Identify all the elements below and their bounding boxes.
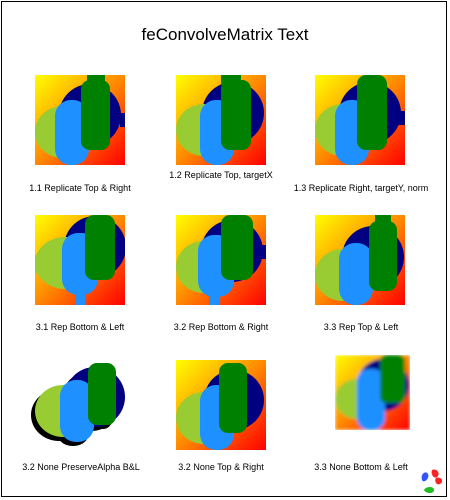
tile-3-2-none-top-right: [176, 360, 266, 450]
tile-3-3-rep-top-left: [315, 215, 405, 305]
caption-3-3-none-bl: 3.3 None Bottom & Left: [314, 462, 408, 472]
caption-3-1: 3.1 Rep Bottom & Left: [35, 322, 125, 332]
caption-3-2: 3.2 Rep Bottom & Right: [173, 322, 269, 332]
page-title: feConvolveMatrix Text: [141, 25, 309, 44]
tile-3-3-none-bottom-left: [335, 355, 410, 430]
caption-1-2: 1.2 Replicate Top, targetX: [169, 170, 273, 180]
caption-3-2-none-bl: 3.2 None PreserveAlpha B&L: [22, 462, 140, 472]
tile-3-2-none-preservealpha-bl: [31, 363, 125, 446]
caption-3-2-none-tr: 3.2 None Top & Right: [178, 462, 264, 472]
tile-1-1-replicate-top-right: [35, 75, 125, 165]
caption-3-3: 3.3 Rep Top & Left: [323, 322, 399, 332]
tile-1-3-replicate-right-targety-norm: [315, 75, 405, 165]
svg-logo-icon: [421, 469, 443, 493]
caption-1-3: 1.3 Replicate Right, targetY, norm: [293, 183, 429, 193]
tile-1-2-replicate-top-targetx: [176, 75, 266, 165]
tile-3-1-rep-bottom-left: [35, 215, 125, 305]
tile-3-2-rep-bottom-right: [176, 215, 266, 305]
caption-1-1: 1.1 Replicate Top & Right: [29, 183, 131, 193]
